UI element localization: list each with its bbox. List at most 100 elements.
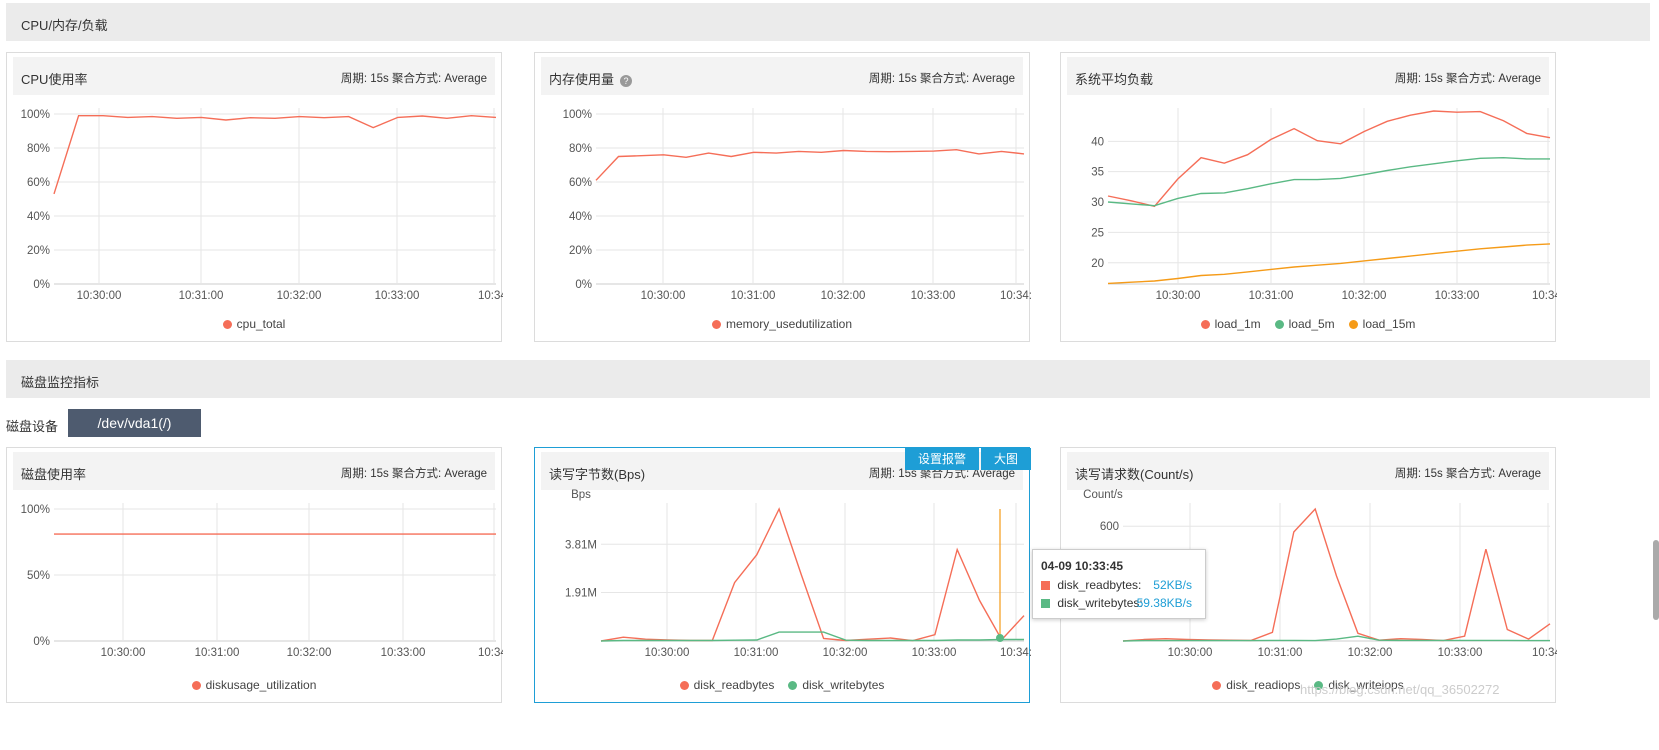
scrollbar[interactable] (1653, 540, 1659, 620)
legend-dot (222, 320, 232, 329)
chart-tooltip: 04-09 10:33:45 disk_readbytes: 52KB/s di… (1032, 549, 1206, 619)
x-tick-label: 10:31:00 (195, 647, 240, 659)
x-tick-label: 10:34: (478, 647, 503, 659)
x-tick-label: 10:31:00 (179, 290, 224, 302)
y-tick-label: 0% (33, 279, 50, 291)
x-tick-label: 10:31:00 (1249, 290, 1294, 302)
legend-dot (1200, 320, 1210, 329)
x-tick-label: 10:32:00 (823, 647, 868, 659)
x-tick-label: 10:32:00 (277, 290, 322, 302)
cpu-usage-panel: CPU使用率 周期: 15s 聚合方式: Average 100% 80% 60% 4… (6, 52, 503, 343)
disk-usage-chart[interactable]: 100% 50% 0% 10:30:00 10:31:00 10:32:00 10:33:0… (7, 448, 503, 704)
x-tick-label: 10:31:00 (731, 290, 776, 302)
x-tick-label: 10:30:00 (77, 290, 122, 302)
x-tick-label: 10:33:00 (912, 647, 957, 659)
chart-legend: disk_readbytes disk_writebytes (535, 678, 1029, 692)
y-tick-label: 35 (1091, 167, 1104, 179)
section-title: CPU/内存/负载 (21, 18, 108, 33)
legend-dot (788, 681, 798, 690)
legend-item[interactable]: disk_readiops (1212, 678, 1300, 692)
chart-legend: diskusage_utilization (7, 678, 501, 692)
y-tick-label: 1.91M (565, 588, 597, 600)
legend-label: load_15m (1362, 317, 1416, 331)
tooltip-series-value: 59.38KB/s (1136, 596, 1192, 610)
x-tick-label: 10:30:00 (1156, 290, 1201, 302)
disk-device-label: 磁盘设备 (6, 419, 59, 434)
y-tick-label: 30 (1091, 197, 1104, 209)
set-alarm-button[interactable]: 设置报警 (905, 448, 979, 470)
legend-item[interactable]: disk_readbytes (679, 678, 774, 692)
legend-label: load_5m (1288, 317, 1335, 331)
legend-item[interactable]: memory_usedutilization (711, 317, 852, 331)
cpu-usage-chart[interactable]: 100% 80% 60% 40% 20% 0% 10:30:00 10:31:00 10:32:… (7, 53, 503, 343)
x-tick-label: 10:32:00 (287, 647, 332, 659)
y-tick-label: 20% (569, 245, 592, 257)
legend-item[interactable]: disk_writebytes (788, 678, 884, 692)
load-average-panel: 系统平均负载 周期: 15s 聚合方式: Average 40 35 30 25 20 1… (1060, 52, 1557, 343)
y-tick-label: 0% (33, 636, 50, 648)
series-line-disk_readbytes (600, 507, 1025, 642)
y-tick-label: 80% (569, 143, 592, 155)
y-tick-label: 60% (27, 177, 50, 189)
legend-label: disk_writebytes (802, 678, 885, 692)
x-tick-label: 10:32:00 (1348, 647, 1393, 659)
y-tick-label: 25 (1091, 227, 1104, 239)
section-header-cpu-mem-load: CPU/内存/负载 (6, 3, 1650, 41)
series-swatch (1041, 581, 1050, 590)
x-tick-label: 10:33:00 (381, 647, 426, 659)
disk-device-selector[interactable]: /dev/vda1(/) (68, 409, 201, 437)
tooltip-row: disk_writebytes: 59.38KB/s (1041, 596, 1197, 612)
chart-legend: cpu_total (7, 317, 501, 331)
x-tick-label: 10:34: (1000, 647, 1031, 659)
y-tick-label: 20% (27, 245, 50, 257)
x-tick-label: 10:33:00 (1438, 647, 1483, 659)
series-line-memory_usedutilization (595, 148, 1025, 181)
legend-label: cpu_total (236, 317, 286, 331)
y-tick-label: 80% (27, 143, 50, 155)
x-tick-label: 10:32:00 (821, 290, 866, 302)
hover-point (996, 634, 1004, 642)
section-title: 磁盘监控指标 (21, 375, 100, 390)
legend-item[interactable]: cpu_total (222, 317, 286, 331)
watermark-text: https://blog.csdn.net/qq_36502272 (1300, 682, 1500, 697)
chart-legend: load_1m load_5m load_15m (1061, 317, 1555, 331)
load-average-chart[interactable]: 40 35 30 25 20 10:30:00 10:31:00 10:32:00 10:33:… (1061, 53, 1557, 343)
legend-item[interactable]: load_15m (1348, 317, 1416, 331)
x-tick-label: 10:31:00 (1258, 647, 1303, 659)
x-tick-label: 10:34: (1000, 290, 1031, 302)
tooltip-series-name: disk_writebytes: (1057, 596, 1143, 610)
x-tick-label: 10:33:00 (375, 290, 420, 302)
chart-legend: memory_usedutilization (535, 317, 1029, 331)
x-tick-label: 10:34: (1532, 290, 1557, 302)
legend-item[interactable]: diskusage_utilization (191, 678, 316, 692)
legend-item[interactable]: load_5m (1274, 317, 1335, 331)
enlarge-button[interactable]: 大图 (981, 448, 1031, 470)
y-tick-label: 100% (21, 504, 50, 516)
y-tick-label: 40 (1091, 136, 1104, 148)
memory-usage-panel: 内存使用量? 周期: 15s 聚合方式: Average 100% 80% 60% 4… (534, 52, 1031, 343)
memory-usage-chart[interactable]: 100% 80% 60% 40% 20% 0% 10:30:00 10:31:00 10:32:… (535, 53, 1031, 343)
y-tick-label: 60% (569, 177, 592, 189)
x-tick-label: 10:33:00 (911, 290, 956, 302)
series-line-load_15m (1107, 243, 1551, 285)
y-tick-label: 3.81M (565, 539, 597, 551)
tooltip-title: 04-09 10:33:45 (1041, 559, 1124, 573)
y-unit-label: Bps (571, 489, 591, 501)
series-line-load_5m (1107, 156, 1550, 207)
y-tick-label: 50% (27, 570, 50, 582)
x-tick-label: 10:30:00 (101, 647, 146, 659)
legend-dot (1348, 320, 1358, 329)
x-tick-label: 10:30:00 (645, 647, 690, 659)
x-tick-label: 10:31:00 (734, 647, 779, 659)
legend-dot (1274, 320, 1284, 329)
x-tick-label: 10:34: (478, 290, 503, 302)
section-header-disk: 磁盘监控指标 (6, 360, 1650, 398)
legend-item[interactable]: load_1m (1200, 317, 1261, 331)
x-tick-label: 10:32:00 (1342, 290, 1387, 302)
legend-dot (1212, 681, 1222, 690)
disk-usage-panel: 磁盘使用率 周期: 15s 聚合方式: Average 100% 50% 0% 10:… (6, 447, 503, 704)
disk-bytes-panel: 读写字节数(Bps) 周期: 15s 聚合方式: Average 3.81M 1.… (534, 447, 1031, 704)
disk-bytes-chart[interactable]: 3.81M 1.91M 10:30:00 10:31:00 10:32:00 10:33:… (535, 448, 1031, 704)
x-tick-label: 10:33:00 (1435, 290, 1480, 302)
y-unit-label: Count/s (1083, 489, 1123, 501)
